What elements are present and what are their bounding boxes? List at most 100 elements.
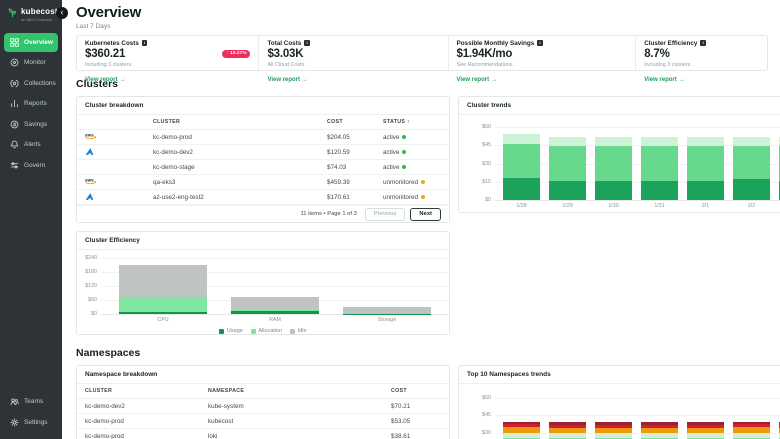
legend-item: Usage — [219, 328, 242, 334]
legend-swatch — [290, 329, 295, 334]
cluster-name-cell: kc-demo-stage — [153, 164, 327, 171]
y-axis-label: $30 — [459, 161, 491, 167]
gridline — [101, 314, 449, 315]
sidebar-item-monitor[interactable]: Monitor — [4, 53, 58, 72]
col-cost[interactable]: Cost — [327, 119, 383, 125]
bar-segment — [119, 312, 207, 314]
x-axis-label: 1/30 — [595, 203, 632, 209]
collapse-sidebar-button[interactable]: ‹ — [56, 7, 68, 19]
table-row[interactable]: kc-demo-dev2 kube-system $70.21 — [77, 399, 449, 414]
bar-segment — [231, 297, 319, 310]
brand-subtitle: an IBM Company — [21, 17, 58, 22]
bar-segment — [733, 179, 770, 200]
col-cost[interactable]: Cost — [391, 388, 441, 394]
legend-label: Allocation — [258, 328, 282, 334]
bar-segment — [549, 433, 586, 438]
status-dot — [421, 180, 425, 184]
table-row[interactable]: kc-demo-prod loki $38.61 — [77, 429, 449, 439]
teams-icon — [10, 397, 19, 406]
trend-badge: ↑ 10.27% — [222, 50, 250, 58]
cluster-name-cell: kc-demo-prod — [85, 418, 208, 425]
azure-icon — [85, 192, 153, 203]
sidebar-item-teams[interactable]: Teams — [4, 392, 58, 411]
table-row[interactable]: kc-demo-stage $74.03 active — [77, 160, 449, 175]
sidebar-item-overview[interactable]: Overview — [4, 33, 58, 52]
x-axis-label: Storage — [343, 317, 431, 323]
namespace-table-body: kc-demo-dev2 kube-system $70.21 kc-demo-… — [77, 399, 449, 439]
col-status[interactable]: Status ↑ — [383, 119, 441, 125]
bar-segment — [641, 181, 678, 200]
table-row[interactable]: kc-demo-prod kubecost $53.05 — [77, 414, 449, 429]
gridline — [101, 258, 449, 259]
y-axis-label: $0 — [77, 311, 97, 317]
sidebar-item-govern[interactable]: Govern — [4, 156, 58, 175]
card-title: Cluster breakdown — [77, 97, 449, 115]
table-row[interactable]: aws kc-demo-prod $204.05 active — [77, 130, 449, 145]
bar-segment — [733, 146, 770, 179]
sidebar-item-label: Overview — [24, 39, 53, 46]
namespace-cell: kubecost — [208, 418, 391, 425]
cost-cell: $120.59 — [327, 149, 383, 156]
card-title: Top 10 Namespaces trends — [459, 366, 780, 384]
card-subtext: Including 3 clusters — [644, 62, 759, 68]
gridline — [495, 415, 780, 416]
bar-segment — [503, 134, 540, 144]
table-row[interactable]: kc-demo-dev2 $120.59 active — [77, 145, 449, 160]
info-icon[interactable]: i — [142, 40, 148, 46]
bar-segment — [733, 433, 770, 439]
cluster-name-cell: kc-demo-prod — [153, 134, 327, 141]
previous-button[interactable]: Previous — [365, 208, 406, 221]
summary-cards-row: Kubernetes Costs i $360.21 ↑ 10.27% Incl… — [76, 35, 768, 71]
cluster-breakdown-card: Cluster breakdown Cluster Cost Status ↑ … — [76, 96, 450, 223]
col-cluster[interactable]: Cluster — [153, 119, 327, 125]
legend-swatch — [219, 329, 224, 334]
table-row[interactable]: az-use2-eng-test2 $170.61 unmonitored — [77, 190, 449, 205]
bar-segment — [595, 181, 632, 200]
x-axis-label: 2/1 — [687, 203, 724, 209]
kubecost-logo-icon — [7, 7, 18, 18]
page-subtitle: Last 7 Days — [76, 23, 780, 30]
cluster-name-cell: az-use2-eng-test2 — [153, 194, 327, 201]
brand-name: kubecost — [21, 7, 58, 16]
y-axis-label: $0 — [459, 197, 491, 203]
card-title: Namespace breakdown — [77, 366, 449, 384]
col-namespace[interactable]: Namespace — [208, 388, 391, 394]
sidebar-item-settings[interactable]: Settings — [4, 413, 58, 432]
next-button[interactable]: Next — [410, 208, 441, 221]
bar-segment — [549, 422, 586, 425]
legend-label: Idle — [298, 328, 307, 334]
bar-segment — [687, 425, 724, 428]
sidebar-item-collections[interactable]: Collections — [4, 74, 58, 93]
arrow-right-icon: → — [120, 77, 126, 83]
bar-segment — [343, 307, 431, 313]
view-report-link[interactable]: View report→ — [267, 77, 308, 83]
bar-segment — [549, 425, 586, 428]
bar-segment — [687, 428, 724, 433]
col-cluster[interactable]: Cluster — [85, 388, 208, 394]
view-report-link[interactable]: View report→ — [644, 77, 685, 83]
app-root: kubecost an IBM Company Overview Monitor… — [0, 0, 780, 439]
legend-item: Allocation — [251, 328, 282, 334]
bar-segment — [641, 146, 678, 180]
info-icon[interactable]: i — [537, 40, 543, 46]
cost-cell: $74.03 — [327, 164, 383, 171]
namespace-breakdown-card: Namespace breakdown Cluster Namespace Co… — [76, 365, 450, 439]
arrow-right-icon: → — [302, 77, 308, 83]
y-axis-label: $60 — [459, 395, 491, 401]
view-report-link[interactable]: View report→ — [457, 77, 498, 83]
sidebar-item-reports[interactable]: Reports — [4, 94, 58, 113]
y-axis-label: $60 — [459, 124, 491, 130]
info-icon[interactable]: i — [304, 40, 310, 46]
y-axis-label: $15 — [459, 179, 491, 185]
table-row[interactable]: aws qa-eks3 $459.39 unmonitored — [77, 175, 449, 190]
bar-segment — [549, 146, 586, 180]
x-axis-label: 2/2 — [733, 203, 770, 209]
bar-segment — [549, 428, 586, 433]
sidebar-item-savings[interactable]: Savings — [4, 115, 58, 134]
sidebar-item-alerts[interactable]: Alerts — [4, 135, 58, 154]
info-icon[interactable]: i — [700, 40, 706, 46]
bar-segment — [595, 428, 632, 433]
reports-icon — [10, 99, 19, 108]
sidebar-item-label: Settings — [24, 419, 48, 426]
status-dot — [402, 165, 406, 169]
